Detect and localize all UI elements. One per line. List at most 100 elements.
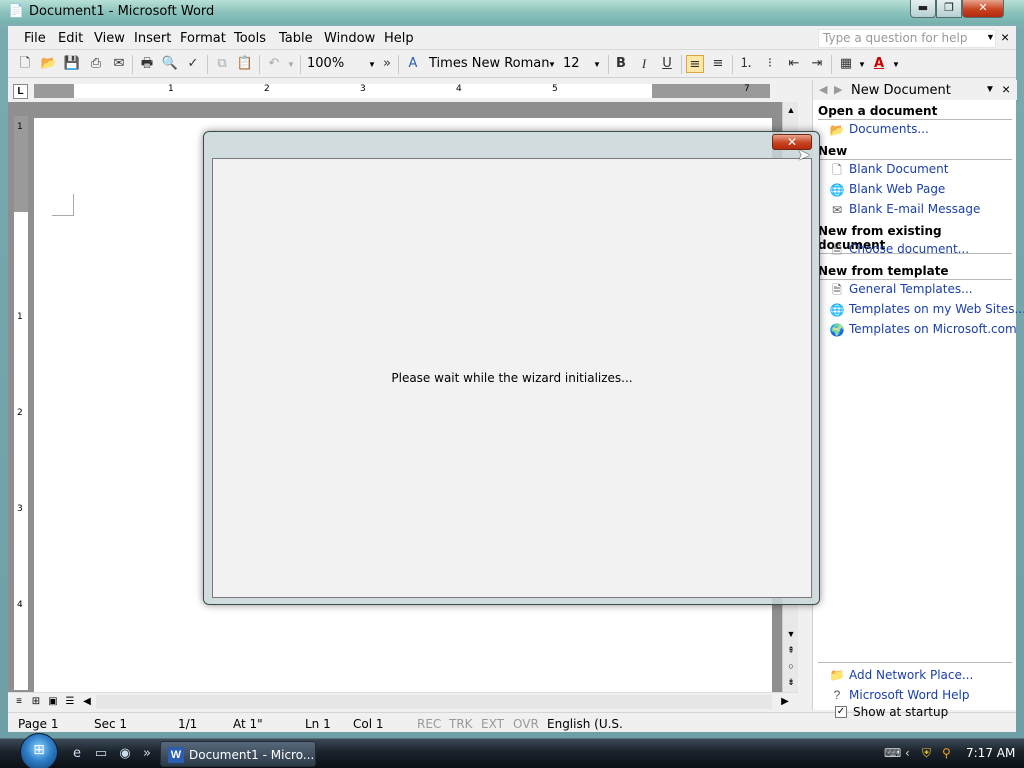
toolbar-options-icon[interactable]: » — [378, 55, 396, 73]
status-ovr[interactable]: OVR — [513, 717, 539, 731]
bold-button[interactable]: B — [612, 55, 630, 73]
undo-icon[interactable]: ↶ — [265, 55, 283, 73]
help-question-input[interactable]: Type a question for help — [818, 29, 996, 48]
show-at-startup-checkbox[interactable]: ✓ — [835, 706, 847, 718]
chrome-icon[interactable]: ◉ — [116, 745, 134, 763]
status-rec[interactable]: REC — [417, 717, 441, 731]
email-icon[interactable]: ✉ — [110, 55, 128, 73]
start-button[interactable]: ⊞ — [20, 733, 58, 768]
forward-arrow-icon[interactable]: ▶ — [834, 83, 842, 96]
status-ext[interactable]: EXT — [481, 717, 504, 731]
web-layout-view-icon[interactable]: ⊞ — [29, 695, 43, 709]
word-app-icon[interactable]: 📄 — [8, 4, 24, 20]
menu-window[interactable]: Window — [324, 31, 375, 46]
link-templates-web-sites[interactable]: Templates on my Web Sites... — [849, 302, 1024, 316]
scroll-down-icon[interactable]: ▼ — [783, 626, 799, 642]
borders-dropdown-icon[interactable]: ▼ — [858, 60, 866, 69]
menu-insert[interactable]: Insert — [134, 31, 171, 46]
close-icon[interactable]: × — [1002, 81, 1010, 97]
borders-icon[interactable]: ▦ — [837, 55, 855, 73]
previous-page-icon[interactable]: ⇞ — [783, 642, 799, 658]
link-templates-microsoft[interactable]: Templates on Microsoft.com — [849, 322, 1017, 336]
chevron-down-icon[interactable]: ▼ — [985, 84, 995, 95]
font-name-select[interactable]: Times New Roman — [429, 56, 549, 71]
align-left-icon[interactable]: ≡ — [686, 55, 704, 73]
status-language[interactable]: English (U.S. — [547, 717, 623, 731]
menu-tools[interactable]: Tools — [234, 31, 266, 46]
web-templates-icon: 🌐 — [829, 303, 845, 317]
close-window-button[interactable]: ✕ — [962, 0, 1004, 18]
menu-table[interactable]: Table — [279, 31, 313, 46]
link-documents[interactable]: Documents... — [849, 122, 929, 136]
normal-view-icon[interactable]: ≡ — [12, 695, 26, 709]
maximize-button[interactable]: ❐ — [936, 0, 962, 18]
quick-launch-expand-icon[interactable]: » — [138, 745, 156, 763]
print-layout-view-icon[interactable]: ▣ — [46, 695, 60, 709]
horizontal-ruler[interactable]: 1 2 3 4 5 7 — [34, 84, 770, 98]
scroll-right-icon[interactable]: ▶ — [778, 695, 792, 709]
tab-selector-button[interactable]: L — [13, 84, 28, 99]
undo-dropdown-icon[interactable]: ▼ — [287, 60, 295, 69]
link-choose-document[interactable]: Choose document... — [849, 242, 969, 256]
clock[interactable]: 7:17 AM — [966, 746, 1015, 760]
minimize-button[interactable]: ▬ — [910, 0, 936, 18]
taskbar-word-button[interactable]: W Document1 - Micro... — [160, 741, 316, 767]
link-word-help[interactable]: Microsoft Word Help — [849, 688, 969, 702]
ruler-number: 7 — [744, 84, 750, 94]
italic-button[interactable]: I — [635, 55, 653, 73]
spelling-icon[interactable]: ✓ — [184, 55, 202, 73]
scroll-up-icon[interactable]: ▲ — [783, 102, 799, 118]
font-name-dropdown-icon[interactable]: ▼ — [548, 60, 556, 69]
new-document-icon[interactable]: 🗋 — [16, 55, 34, 73]
outline-view-icon[interactable]: ☰ — [63, 695, 77, 709]
font-size-select[interactable]: 12 — [563, 56, 580, 71]
next-page-icon[interactable]: ⇟ — [783, 674, 799, 690]
print-icon[interactable]: 🖶 — [138, 55, 156, 73]
select-browse-object-icon[interactable]: ○ — [783, 658, 799, 674]
permission-icon[interactable]: ⎙ — [87, 55, 105, 73]
menu-edit[interactable]: Edit — [58, 31, 83, 46]
underline-button[interactable]: U — [658, 55, 676, 73]
status-trk[interactable]: TRK — [449, 717, 473, 731]
title-bar[interactable]: 📄 Document1 - Microsoft Word ▬ ❐ ✕ — [0, 0, 1024, 24]
security-shield-icon[interactable]: ⛨ — [922, 746, 931, 761]
copy-icon[interactable]: ⧉ — [213, 55, 231, 73]
vertical-ruler[interactable]: 1 1 2 3 4 — [14, 116, 28, 690]
bullets-icon[interactable]: ⁝ — [761, 55, 779, 73]
tray-expand-icon[interactable]: ‹ — [905, 746, 910, 760]
align-center-icon[interactable]: ≡ — [709, 55, 727, 73]
font-size-dropdown-icon[interactable]: ▼ — [593, 60, 601, 69]
numbering-icon[interactable]: ⒈ — [737, 55, 755, 73]
zoom-dropdown-icon[interactable]: ▼ — [368, 60, 376, 69]
keyboard-icon[interactable]: ⌨ — [884, 746, 901, 760]
section-open-document: Open a document — [818, 104, 1012, 120]
link-general-templates[interactable]: General Templates... — [849, 282, 973, 296]
styles-icon[interactable]: A — [404, 55, 422, 73]
search-icon[interactable]: ⚲ — [942, 746, 951, 760]
link-blank-email[interactable]: Blank E-mail Message — [849, 202, 980, 216]
close-document-button[interactable]: × — [1001, 29, 1009, 45]
font-color-dropdown-icon[interactable]: ▼ — [892, 60, 900, 69]
menu-format[interactable]: Format — [180, 31, 226, 46]
menu-file[interactable]: File — [24, 31, 46, 46]
task-pane-title[interactable]: New Document — [851, 83, 951, 98]
show-desktop-icon[interactable]: ▭ — [92, 745, 110, 763]
save-icon[interactable]: 💾 — [63, 55, 81, 73]
font-color-icon[interactable]: A — [870, 55, 888, 73]
zoom-select[interactable]: 100% — [307, 56, 344, 71]
menu-view[interactable]: View — [94, 31, 125, 46]
link-blank-document[interactable]: Blank Document — [849, 162, 948, 176]
increase-indent-icon[interactable]: ⇥ — [808, 55, 826, 73]
chevron-down-icon[interactable]: ▼ — [986, 32, 995, 42]
hscroll-track[interactable] — [96, 695, 772, 709]
link-add-network-place[interactable]: Add Network Place... — [849, 668, 973, 682]
internet-explorer-icon[interactable]: e — [68, 745, 86, 763]
menu-help[interactable]: Help — [384, 31, 414, 46]
back-arrow-icon[interactable]: ◀ — [819, 83, 827, 96]
decrease-indent-icon[interactable]: ⇤ — [785, 55, 803, 73]
paste-icon[interactable]: 📋 — [236, 55, 254, 73]
link-blank-web-page[interactable]: Blank Web Page — [849, 182, 945, 196]
open-folder-icon[interactable]: 📂 — [40, 55, 58, 73]
scroll-left-icon[interactable]: ◀ — [80, 695, 94, 709]
print-preview-icon[interactable]: 🔍 — [161, 55, 179, 73]
